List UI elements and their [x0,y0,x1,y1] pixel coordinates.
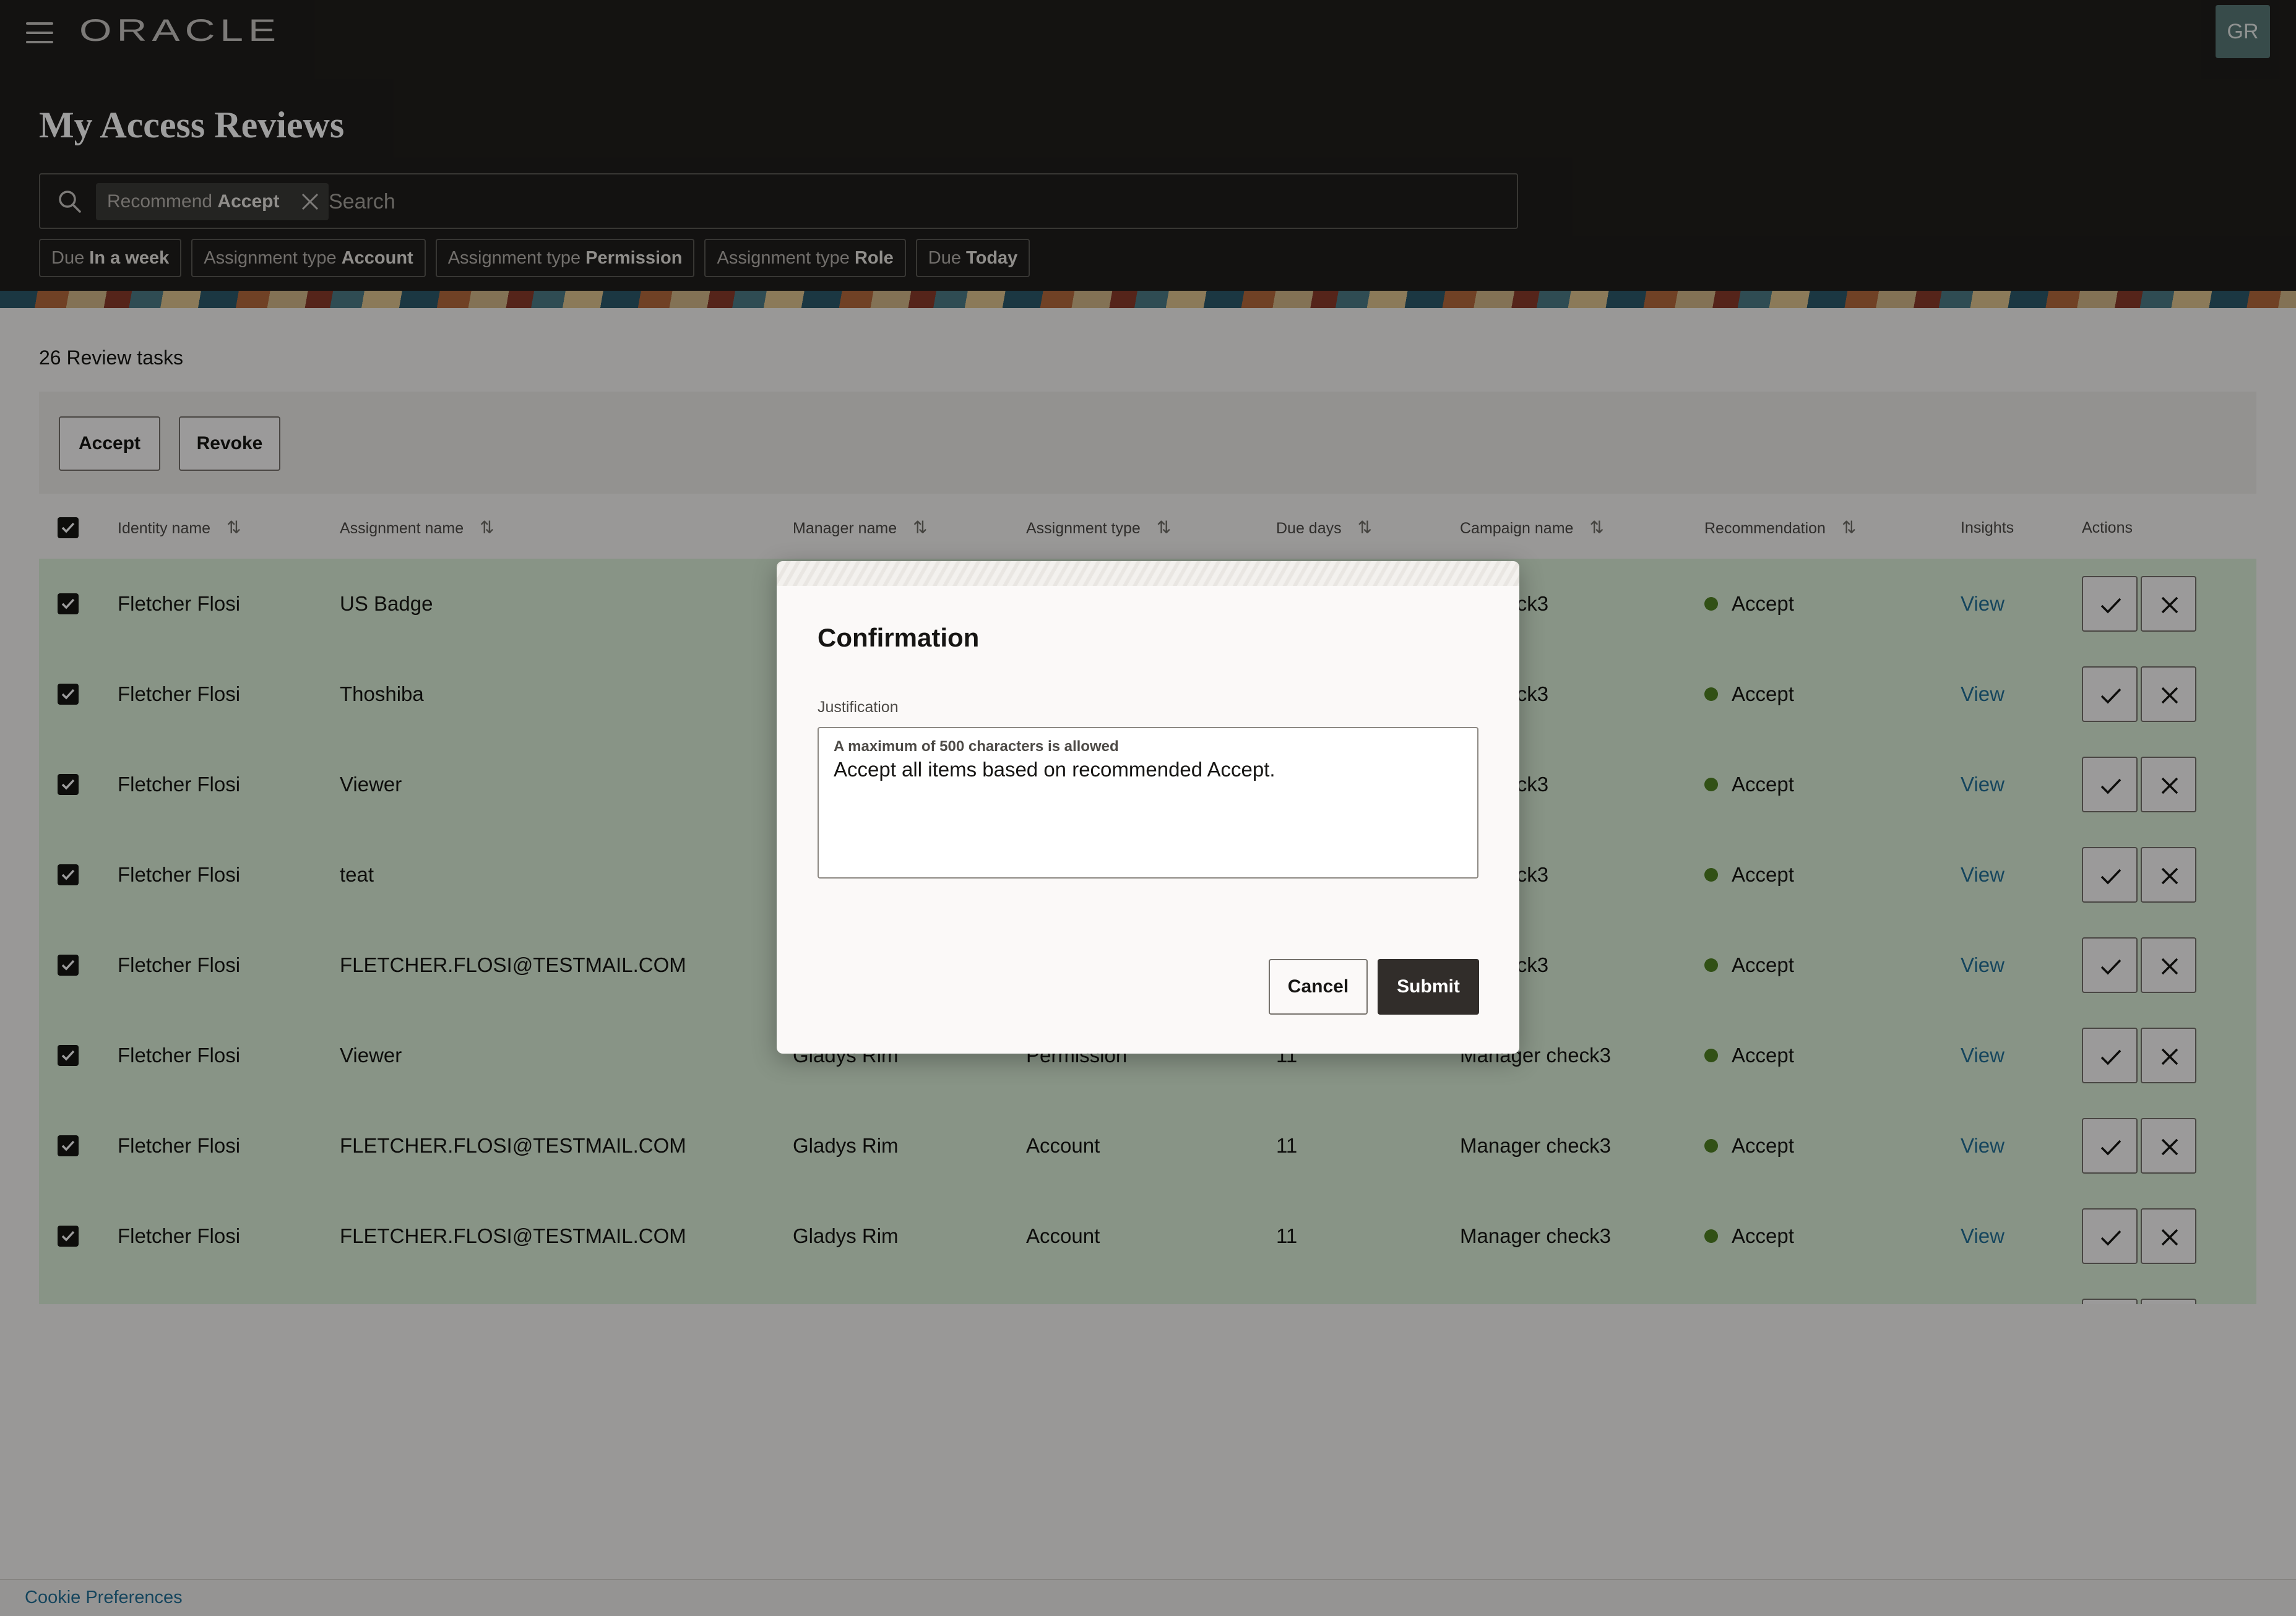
dialog-header-pattern [777,561,1519,586]
justification-value[interactable]: Accept all items based on recommended Ac… [834,758,1275,781]
cancel-button[interactable]: Cancel [1269,959,1368,1015]
justification-textarea[interactable]: A maximum of 500 characters is allowed A… [818,727,1478,879]
justification-hint: A maximum of 500 characters is allowed [834,738,1119,755]
submit-button[interactable]: Submit [1378,959,1479,1015]
justification-label: Justification [818,698,899,716]
dialog-title: Confirmation [818,623,980,652]
confirmation-dialog: Confirmation Justification A maximum of … [777,561,1519,1054]
